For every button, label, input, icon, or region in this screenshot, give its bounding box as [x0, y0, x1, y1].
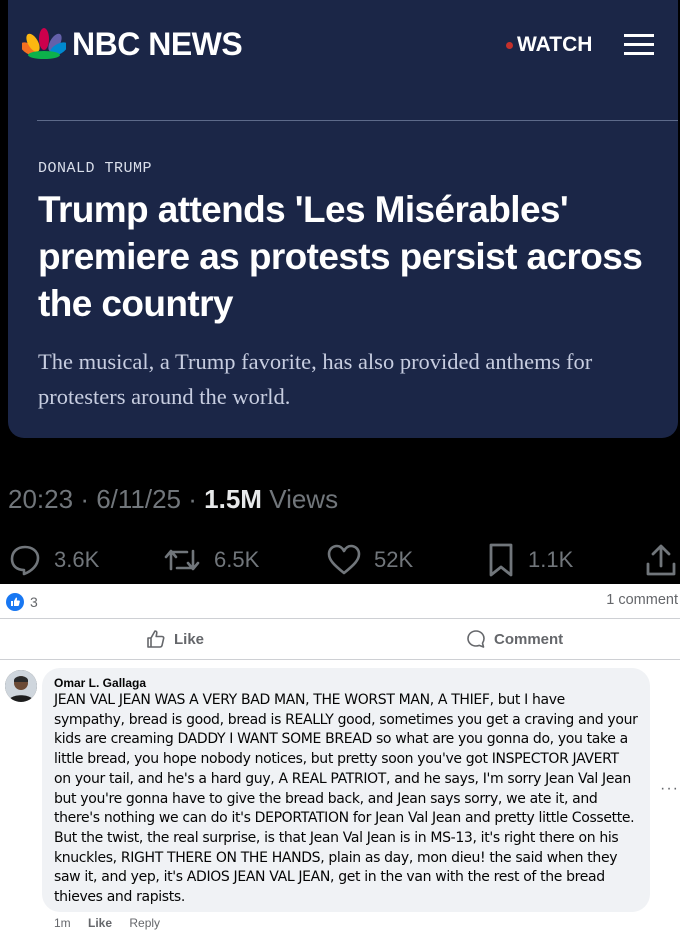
header-divider [37, 120, 678, 121]
share-icon [646, 544, 676, 576]
tweet-views-label: Views [269, 484, 339, 514]
hamburger-menu-icon [624, 34, 654, 56]
repost-action: 6.5K [162, 540, 259, 580]
embedded-tweet-screenshot: NBC NEWS WATCH DONALD TRUMP Trump attend… [0, 0, 680, 584]
nbc-peacock-logo-icon [22, 28, 66, 59]
comment-button[interactable]: Comment [466, 619, 563, 659]
comment-bubble: Omar L. Gallaga JEAN VAL JEAN WAS A VERY… [42, 668, 650, 912]
comment-bubble-icon [467, 630, 485, 648]
like-action: 52K [326, 540, 413, 580]
tweet-actions: 3.6K 6.5K 52K 1.1K [0, 540, 680, 580]
comment-button-label: Comment [494, 630, 564, 648]
like-button[interactable]: Like [146, 619, 204, 659]
tweet-date: 6/11/25 [96, 484, 182, 514]
like-reaction-badge-icon[interactable] [6, 593, 24, 611]
article-dek: The musical, a Trump favorite, has also … [38, 349, 593, 409]
brand-name: NBC NEWS [72, 26, 243, 62]
repost-count: 6.5K [214, 547, 260, 572]
reaction-count[interactable]: 3 [30, 594, 38, 610]
share-action [644, 540, 680, 580]
thumbs-up-icon [147, 630, 165, 648]
live-dot-icon [506, 42, 513, 49]
article-headline: Trump attends 'Les Misérables' premiere … [38, 189, 643, 324]
comment-reply-button[interactable]: Reply [129, 916, 160, 930]
heart-icon [327, 544, 361, 575]
comment-author[interactable]: Omar L. Gallaga [54, 676, 638, 690]
watch-button: WATCH [517, 33, 593, 56]
bookmark-icon [489, 543, 513, 577]
tweet-time: 20:23 [8, 484, 74, 514]
bookmark-count: 1.1K [528, 547, 574, 572]
like-count: 52K [374, 547, 414, 572]
comment-text: JEAN VAL JEAN WAS A VERY BAD MAN, THE WO… [54, 692, 638, 906]
comment-timestamp[interactable]: 1m [54, 916, 71, 930]
repost-arrows-icon [164, 549, 200, 571]
divider [0, 659, 680, 660]
avatar[interactable] [5, 670, 37, 702]
comment-count-link[interactable]: 1 comment [606, 592, 678, 608]
bookmark-action: 1.1K [486, 540, 573, 580]
article-section-label: DONALD TRUMP [38, 160, 153, 177]
reply-action: 3.6K [8, 540, 99, 580]
comment-footer: 1m Like Reply [54, 916, 174, 930]
post-action-bar: Like Comment [0, 619, 680, 659]
like-button-label: Like [174, 630, 205, 648]
post-stats-bar: 3 1 comment [0, 584, 680, 618]
tweet-meta: 20:23 · 6/11/25 · 1.5M Views [8, 484, 339, 514]
reply-bubble-icon [10, 545, 40, 576]
more-options-icon[interactable]: ··· [660, 780, 679, 798]
tweet-views-count: 1.5M [204, 484, 262, 514]
reply-count: 3.6K [54, 547, 100, 572]
comment-like-button[interactable]: Like [88, 916, 112, 930]
